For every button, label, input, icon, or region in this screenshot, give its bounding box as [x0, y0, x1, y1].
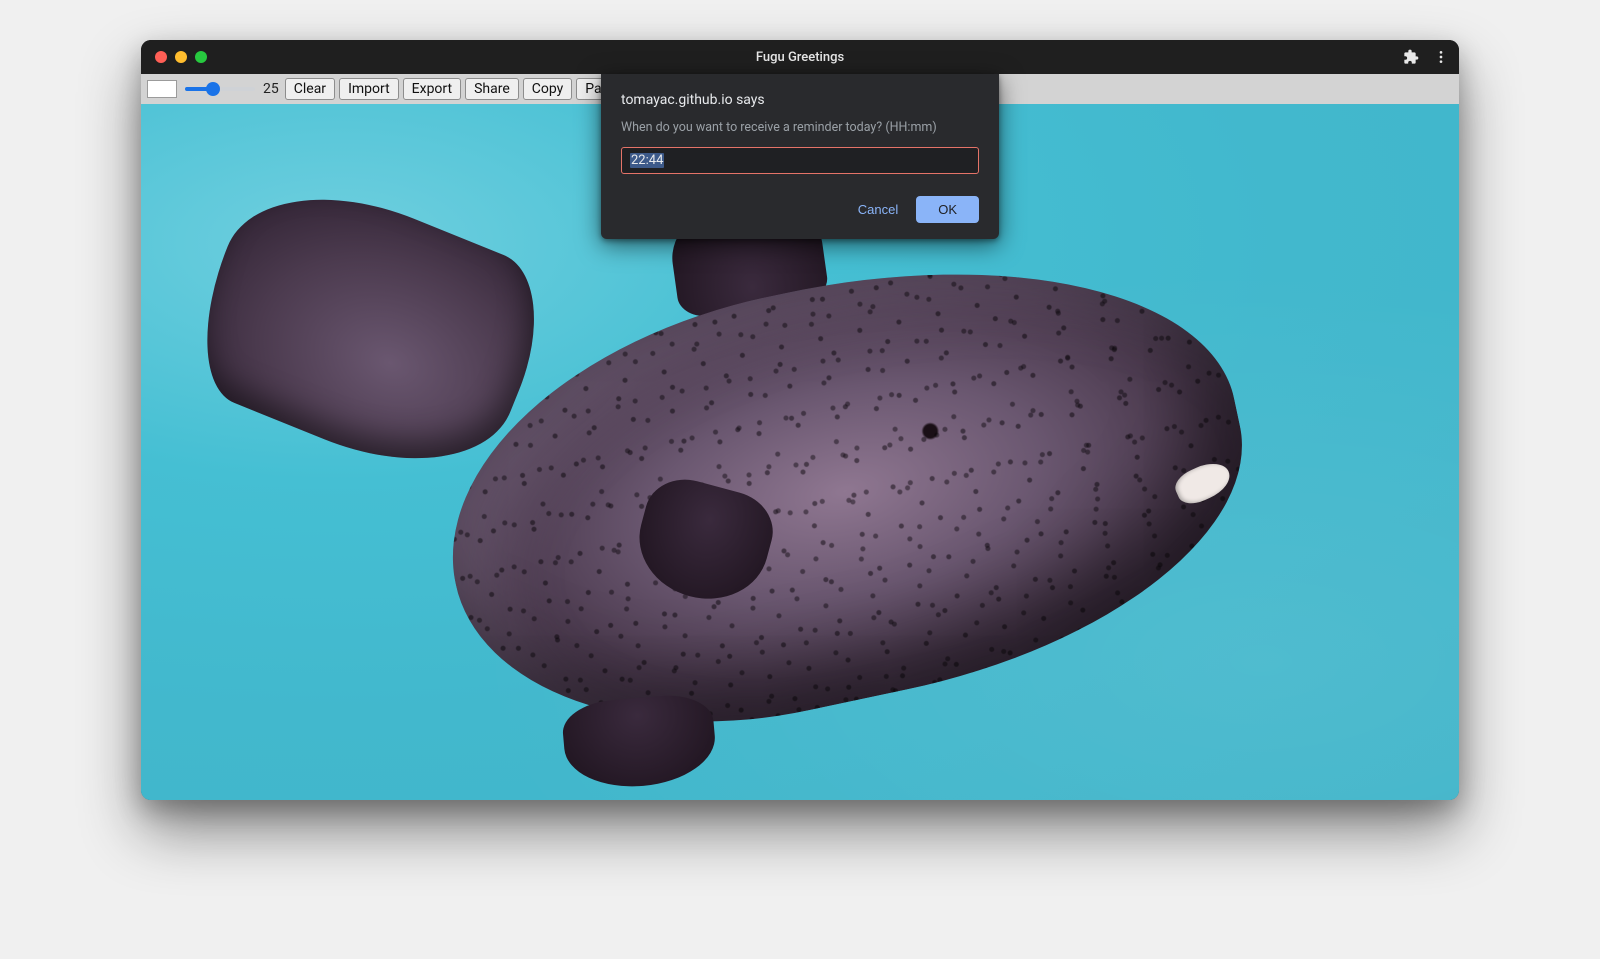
- window-title: Fugu Greetings: [141, 50, 1459, 65]
- minimize-window-button[interactable]: [175, 51, 187, 63]
- dialog-origin: tomayac.github.io says: [621, 92, 979, 108]
- export-button[interactable]: Export: [403, 78, 461, 100]
- dialog-text-input[interactable]: 22:44: [621, 147, 979, 174]
- dialog-message: When do you want to receive a reminder t…: [621, 120, 979, 135]
- ok-button[interactable]: OK: [916, 196, 979, 223]
- close-window-button[interactable]: [155, 51, 167, 63]
- extensions-icon[interactable]: [1403, 49, 1419, 65]
- titlebar: Fugu Greetings: [141, 40, 1459, 74]
- window-controls: [155, 51, 207, 63]
- maximize-window-button[interactable]: [195, 51, 207, 63]
- brush-size-slider[interactable]: [185, 87, 255, 91]
- share-button[interactable]: Share: [465, 78, 519, 100]
- cancel-button[interactable]: Cancel: [850, 196, 906, 223]
- kebab-menu-icon[interactable]: [1433, 49, 1449, 65]
- slider-thumb[interactable]: [206, 82, 220, 96]
- app-window: Fugu Greetings 25 Clear Import Export Sh…: [141, 40, 1459, 800]
- copy-button[interactable]: Copy: [523, 78, 573, 100]
- dialog-input-value: 22:44: [630, 153, 664, 168]
- brush-size-value: 25: [263, 81, 279, 97]
- fugu-fish-image: [207, 160, 1288, 786]
- prompt-dialog: tomayac.github.io says When do you want …: [601, 74, 999, 239]
- color-swatch[interactable]: [147, 80, 177, 98]
- clear-button[interactable]: Clear: [285, 78, 335, 100]
- import-button[interactable]: Import: [339, 78, 399, 100]
- dialog-actions: Cancel OK: [621, 196, 979, 223]
